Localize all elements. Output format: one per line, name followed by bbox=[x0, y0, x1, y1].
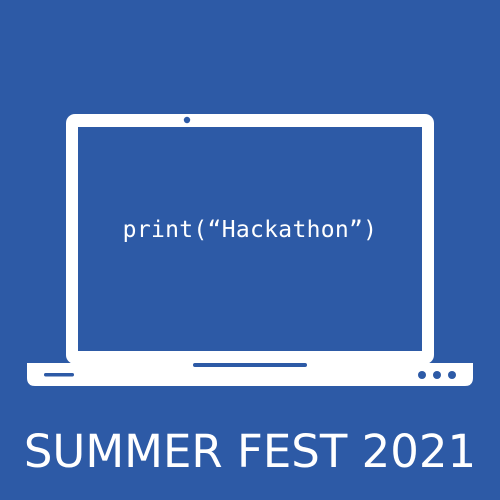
indicator-dot bbox=[448, 371, 456, 379]
port-slot bbox=[44, 373, 74, 377]
camera-dot bbox=[183, 116, 191, 124]
poster: print(“Hackathon”) SUMMER FEST 2021 bbox=[0, 0, 500, 500]
code-text: print(“Hackathon”) bbox=[122, 217, 378, 243]
indicator-dot bbox=[433, 371, 441, 379]
indicator-dot bbox=[418, 371, 426, 379]
event-title: SUMMER FEST 2021 bbox=[23, 425, 477, 478]
trackpad-notch bbox=[193, 363, 307, 367]
